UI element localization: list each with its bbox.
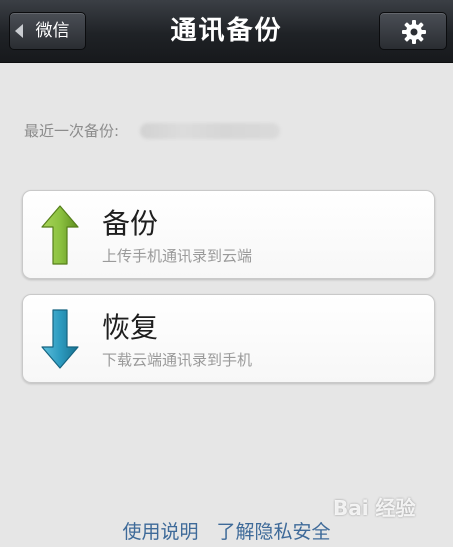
last-backup-value-redacted bbox=[140, 123, 280, 139]
restore-title: 恢复 bbox=[102, 311, 159, 344]
settings-button[interactable] bbox=[379, 12, 447, 50]
page-title: 通讯备份 bbox=[170, 16, 283, 46]
down-arrow-icon bbox=[41, 309, 79, 369]
backup-subtitle: 上传手机通讯录到云端 bbox=[102, 247, 253, 265]
privacy-security-link[interactable]: 了解隐私安全 bbox=[217, 517, 331, 547]
last-backup-label: 最近一次备份: bbox=[24, 122, 120, 140]
restore-subtitle: 下载云端通讯录到手机 bbox=[102, 351, 253, 369]
back-arrow-icon bbox=[15, 24, 23, 38]
gear-icon bbox=[402, 20, 426, 44]
up-arrow-icon bbox=[41, 205, 79, 265]
usage-instructions-link[interactable]: 使用说明 bbox=[122, 517, 198, 547]
backup-title: 备份 bbox=[102, 207, 159, 240]
backup-button[interactable]: 备份 上传手机通讯录到云端 bbox=[22, 190, 435, 279]
back-button[interactable]: 微信 bbox=[9, 12, 86, 50]
restore-button[interactable]: 恢复 下载云端通讯录到手机 bbox=[22, 294, 435, 383]
watermark: Bai 经验 bbox=[333, 496, 416, 520]
app-screen: 微信 通讯备份 最近一次备份: 备份 上传手机通讯录到云端 恢复 下载云端通讯录… bbox=[0, 0, 453, 547]
navigation-bar: 微信 通讯备份 bbox=[0, 0, 453, 63]
back-button-label: 微信 bbox=[35, 21, 70, 41]
